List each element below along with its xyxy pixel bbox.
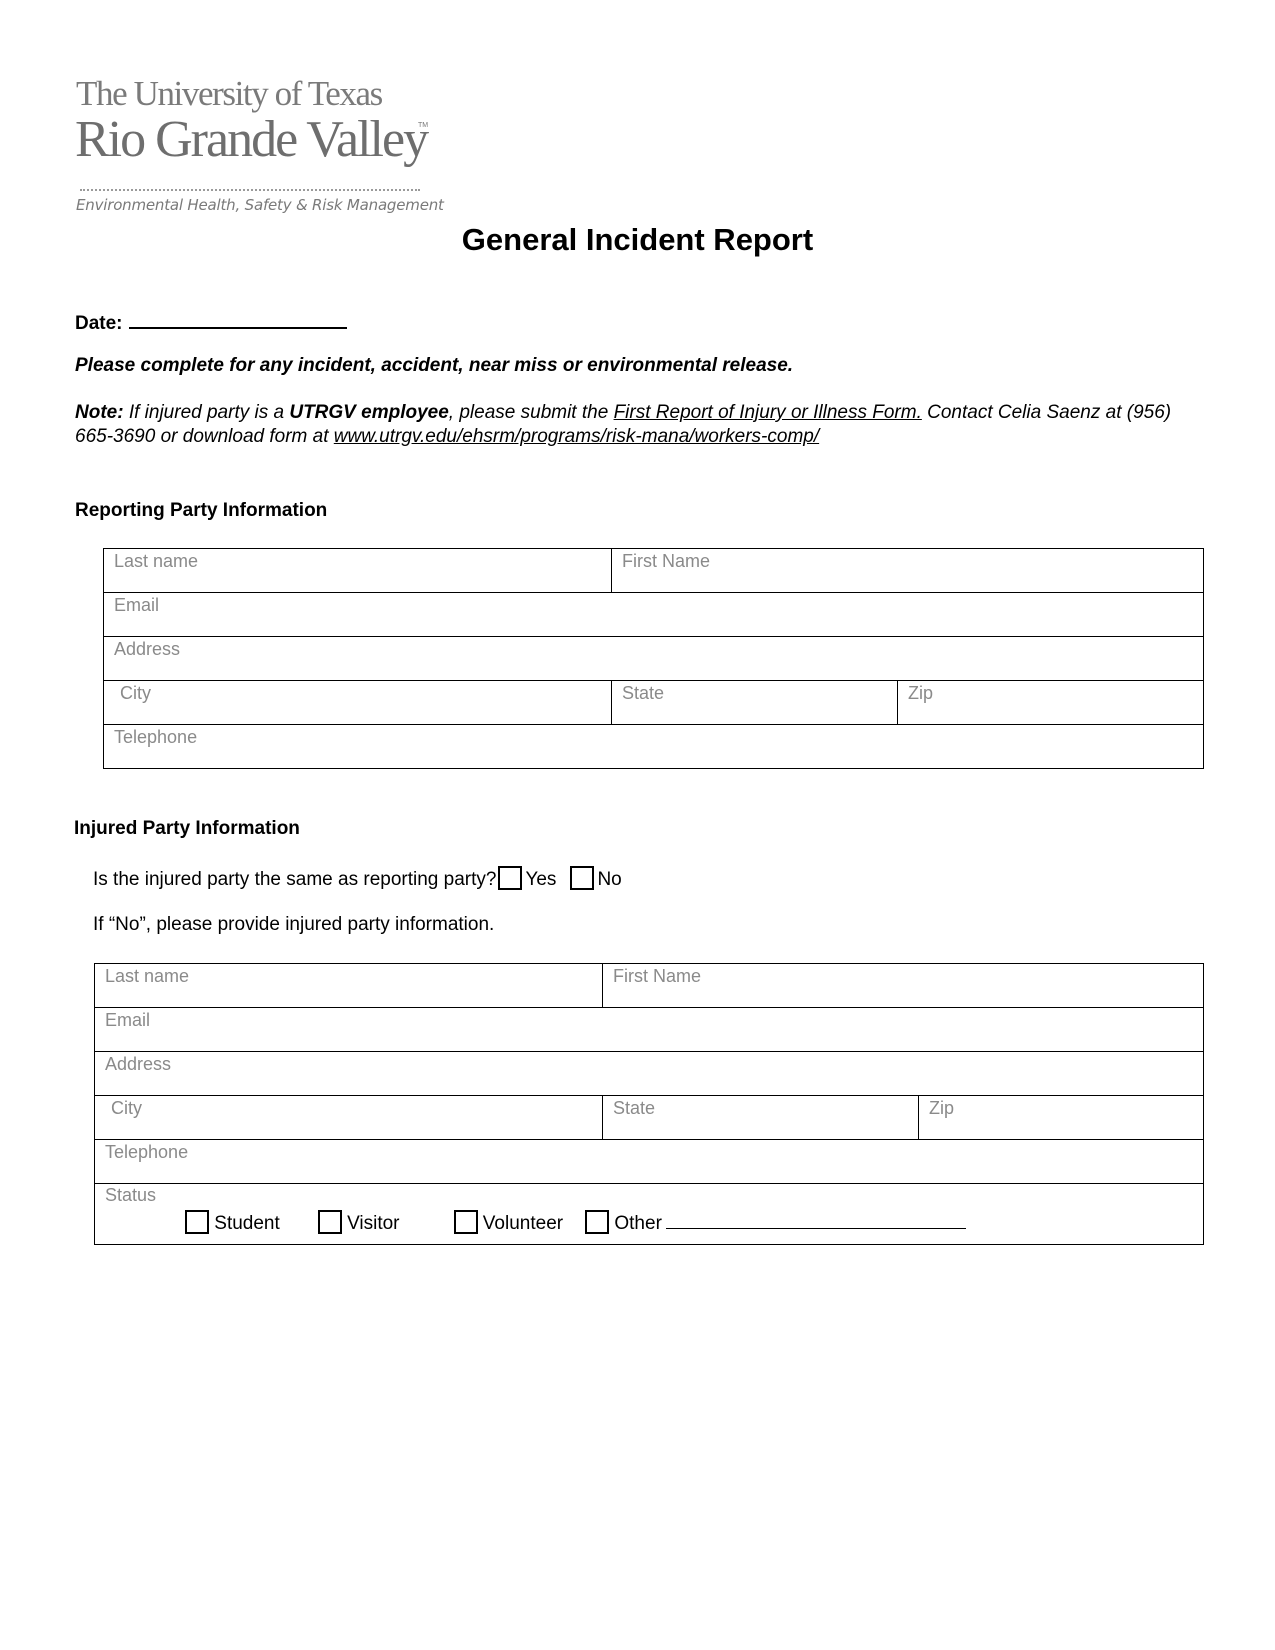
injured-first-name-cell[interactable]: First Name (601, 963, 1205, 1008)
yes-label: Yes (525, 869, 557, 890)
address-label: Address (114, 639, 181, 659)
reporting-email-cell[interactable]: Email (102, 592, 1205, 637)
last-name-label: Last name (105, 966, 190, 986)
reporting-zip-cell[interactable]: Zip (896, 680, 1205, 725)
student-label: Student (214, 1213, 280, 1234)
visitor-label: Visitor (347, 1213, 400, 1234)
date-field[interactable] (128, 308, 347, 329)
other-specify-field[interactable] (665, 1208, 966, 1229)
injured-zip-cell[interactable]: Zip (917, 1095, 1205, 1140)
volunteer-checkbox[interactable] (453, 1210, 478, 1234)
logo-university-of-texas: The University of Texas (76, 74, 383, 113)
note-text-2: , please submit the (448, 402, 614, 423)
same-party-question: Is the injured party the same as reporti… (93, 866, 622, 891)
page-title: General Incident Report (461, 222, 814, 257)
reporting-address-cell[interactable]: Address (102, 636, 1205, 681)
injured-telephone-cell[interactable]: Telephone (93, 1139, 1205, 1184)
injured-email-cell[interactable]: Email (93, 1007, 1205, 1052)
status-option-other[interactable]: Other (585, 1208, 966, 1235)
student-checkbox[interactable] (185, 1210, 209, 1234)
if-no-instruction: If “No”, please provide injured party in… (93, 914, 495, 935)
logo-rio-grande-valley: Rio Grande Valley (75, 111, 429, 168)
state-label: State (622, 683, 665, 703)
city-label: City (120, 683, 151, 703)
address-label: Address (105, 1054, 172, 1074)
telephone-label: Telephone (105, 1142, 189, 1162)
status-option-student[interactable]: Student (185, 1210, 280, 1235)
first-name-label: First Name (613, 966, 702, 986)
same-party-yes-checkbox[interactable] (498, 866, 523, 890)
same-party-no-checkbox[interactable] (570, 866, 595, 890)
reporting-last-name-cell[interactable]: Last name (103, 548, 612, 593)
logo-divider (80, 189, 420, 191)
injured-address-cell[interactable]: Address (93, 1051, 1205, 1096)
injured-last-name-cell[interactable]: Last name (94, 963, 603, 1008)
logo-trademark: TM (418, 122, 429, 129)
email-label: Email (105, 1010, 151, 1030)
first-report-form-link[interactable]: First Report of Injury or Illness Form. (614, 402, 922, 423)
email-label: Email (114, 595, 160, 615)
status-option-visitor[interactable]: Visitor (317, 1210, 400, 1235)
reporting-party-heading: Reporting Party Information (75, 500, 328, 521)
injured-party-heading: Injured Party Information (74, 818, 300, 839)
last-name-label: Last name (114, 551, 199, 571)
other-label: Other (614, 1213, 662, 1234)
zip-label: Zip (929, 1098, 955, 1118)
workers-comp-url-link[interactable]: www.utrgv.edu/ehsrm/programs/risk-mana/w… (334, 426, 819, 447)
injured-party-table: Last name First Name Email Address City … (93, 963, 1205, 1245)
logo-tagline: Environmental Health, Safety & Risk Mana… (76, 196, 444, 214)
same-party-question-text: Is the injured party the same as reporti… (93, 869, 497, 890)
zip-label: Zip (908, 683, 934, 703)
injured-state-cell[interactable]: State (602, 1095, 919, 1140)
volunteer-label: Volunteer (482, 1213, 564, 1234)
other-checkbox[interactable] (585, 1210, 610, 1234)
status-options: Student Visitor Volunteer Other (185, 1208, 1193, 1235)
city-label: City (111, 1098, 142, 1118)
visitor-checkbox[interactable] (317, 1210, 342, 1234)
state-label: State (613, 1098, 656, 1118)
no-label: No (597, 869, 622, 890)
reporting-city-cell[interactable]: City (103, 680, 612, 725)
reporting-party-table: Last name First Name Email Address City … (102, 548, 1205, 769)
date-row: Date: (75, 308, 347, 335)
note-label: Note: (75, 402, 124, 423)
date-label: Date: (75, 313, 123, 334)
first-name-label: First Name (622, 551, 711, 571)
status-option-volunteer[interactable]: Volunteer (453, 1210, 564, 1235)
reporting-state-cell[interactable]: State (611, 680, 898, 725)
note-bold: UTRGV employee (289, 402, 449, 423)
telephone-label: Telephone (114, 727, 198, 747)
reporting-telephone-cell[interactable]: Telephone (102, 724, 1205, 769)
note-text-1: If injured party is a (123, 402, 290, 423)
instruction-text: Please complete for any incident, accide… (75, 355, 794, 376)
injured-status-cell: Status Student Visitor Volunteer Other (93, 1183, 1205, 1245)
status-label: Status (105, 1185, 157, 1205)
reporting-first-name-cell[interactable]: First Name (610, 548, 1205, 593)
injured-city-cell[interactable]: City (94, 1095, 603, 1140)
note-paragraph: Note: If injured party is a UTRGV employ… (75, 401, 1210, 449)
